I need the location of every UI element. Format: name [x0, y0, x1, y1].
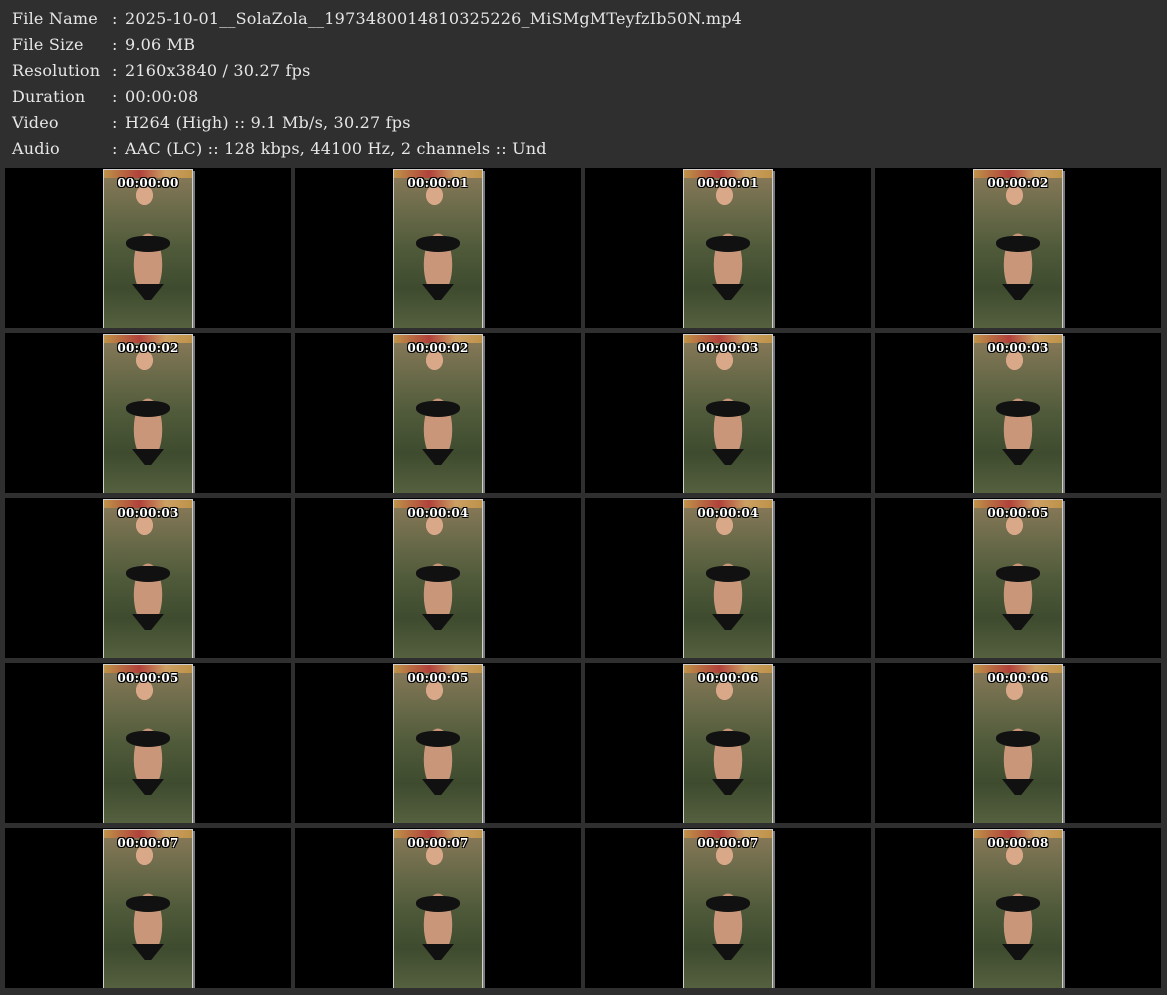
contact-sheet: File Name : 2025-10-01__SolaZola__197348…	[0, 0, 1167, 995]
info-row-file-name: File Name : 2025-10-01__SolaZola__197348…	[12, 6, 1152, 32]
timecode-label: 00:00:01	[407, 176, 469, 190]
thumbnail-cell: 00:00:07	[5, 828, 291, 988]
video-frame-thumbnail: 00:00:02	[103, 334, 193, 493]
video-frame-thumbnail: 00:00:08	[973, 829, 1063, 988]
video-frame-thumbnail: 00:00:06	[683, 664, 773, 823]
thumbnail-cell: 00:00:01	[585, 168, 871, 328]
info-label: File Name	[12, 9, 98, 28]
thumbnail-cell: 00:00:05	[875, 498, 1161, 658]
timecode-label: 00:00:08	[987, 836, 1049, 850]
thumbnail-cell: 00:00:05	[5, 663, 291, 823]
thumbnail-cell: 00:00:08	[875, 828, 1161, 988]
timecode-label: 00:00:02	[987, 176, 1049, 190]
thumbnail-cell: 00:00:04	[585, 498, 871, 658]
timecode-label: 00:00:05	[987, 506, 1049, 520]
info-row-resolution: Resolution : 2160x3840 / 30.27 fps	[12, 58, 1152, 84]
thumbnail-cell: 00:00:03	[875, 333, 1161, 493]
thumbnail-cell: 00:00:00	[5, 168, 291, 328]
video-frame-thumbnail: 00:00:07	[103, 829, 193, 988]
timecode-label: 00:00:07	[117, 836, 179, 850]
info-row-video: Video : H264 (High) :: 9.1 Mb/s, 30.27 f…	[12, 110, 1152, 136]
info-label: Video	[12, 113, 59, 132]
video-frame-thumbnail: 00:00:01	[683, 169, 773, 328]
timecode-label: 00:00:06	[987, 671, 1049, 685]
video-frame-thumbnail: 00:00:03	[973, 334, 1063, 493]
timecode-label: 00:00:03	[987, 341, 1049, 355]
thumbnail-cell: 00:00:07	[585, 828, 871, 988]
info-row-audio: Audio : AAC (LC) :: 128 kbps, 44100 Hz, …	[12, 136, 1152, 162]
thumbnail-cell: 00:00:02	[875, 168, 1161, 328]
video-frame-thumbnail: 00:00:00	[103, 169, 193, 328]
timecode-label: 00:00:01	[697, 176, 759, 190]
timecode-label: 00:00:05	[117, 671, 179, 685]
info-value: AAC (LC) :: 128 kbps, 44100 Hz, 2 channe…	[125, 139, 547, 158]
timecode-label: 00:00:04	[697, 506, 759, 520]
thumbnail-cell: 00:00:06	[585, 663, 871, 823]
info-value: 2160x3840 / 30.27 fps	[125, 61, 311, 80]
video-frame-thumbnail: 00:00:03	[103, 499, 193, 658]
timecode-label: 00:00:03	[697, 341, 759, 355]
info-separator: :	[112, 35, 118, 54]
info-value: H264 (High) :: 9.1 Mb/s, 30.27 fps	[125, 113, 411, 132]
thumbnail-cell: 00:00:04	[295, 498, 581, 658]
info-value: 9.06 MB	[125, 35, 196, 54]
video-frame-thumbnail: 00:00:05	[973, 499, 1063, 658]
thumbnail-grid: 00:00:00 00:00:01 00:00:01 00:00:02 00:0…	[5, 168, 1165, 988]
thumbnail-cell: 00:00:07	[295, 828, 581, 988]
timecode-label: 00:00:00	[117, 176, 179, 190]
info-separator: :	[112, 113, 118, 132]
video-frame-thumbnail: 00:00:06	[973, 664, 1063, 823]
video-frame-thumbnail: 00:00:07	[393, 829, 483, 988]
thumbnail-cell: 00:00:02	[295, 333, 581, 493]
info-separator: :	[112, 139, 118, 158]
info-value: 00:00:08	[125, 87, 199, 106]
timecode-label: 00:00:06	[697, 671, 759, 685]
thumbnail-cell: 00:00:01	[295, 168, 581, 328]
timecode-label: 00:00:04	[407, 506, 469, 520]
info-label: Duration	[12, 87, 86, 106]
video-frame-thumbnail: 00:00:03	[683, 334, 773, 493]
thumbnail-cell: 00:00:02	[5, 333, 291, 493]
info-label: File Size	[12, 35, 84, 54]
info-value: 2025-10-01__SolaZola__197348001481032522…	[125, 9, 743, 28]
timecode-label: 00:00:02	[117, 341, 179, 355]
thumbnail-cell: 00:00:06	[875, 663, 1161, 823]
timecode-label: 00:00:07	[697, 836, 759, 850]
video-frame-thumbnail: 00:00:02	[393, 334, 483, 493]
timecode-label: 00:00:03	[117, 506, 179, 520]
video-frame-thumbnail: 00:00:02	[973, 169, 1063, 328]
video-frame-thumbnail: 00:00:01	[393, 169, 483, 328]
info-label: Resolution	[12, 61, 101, 80]
timecode-label: 00:00:02	[407, 341, 469, 355]
info-row-duration: Duration : 00:00:08	[12, 84, 1152, 110]
media-info-panel: File Name : 2025-10-01__SolaZola__197348…	[12, 6, 1152, 162]
video-frame-thumbnail: 00:00:05	[393, 664, 483, 823]
info-row-file-size: File Size : 9.06 MB	[12, 32, 1152, 58]
thumbnail-cell: 00:00:03	[5, 498, 291, 658]
video-frame-thumbnail: 00:00:04	[683, 499, 773, 658]
video-frame-thumbnail: 00:00:04	[393, 499, 483, 658]
info-separator: :	[112, 9, 118, 28]
info-separator: :	[112, 87, 118, 106]
thumbnail-cell: 00:00:05	[295, 663, 581, 823]
timecode-label: 00:00:07	[407, 836, 469, 850]
thumbnail-cell: 00:00:03	[585, 333, 871, 493]
video-frame-thumbnail: 00:00:05	[103, 664, 193, 823]
video-frame-thumbnail: 00:00:07	[683, 829, 773, 988]
info-separator: :	[112, 61, 118, 80]
timecode-label: 00:00:05	[407, 671, 469, 685]
info-label: Audio	[12, 139, 60, 158]
